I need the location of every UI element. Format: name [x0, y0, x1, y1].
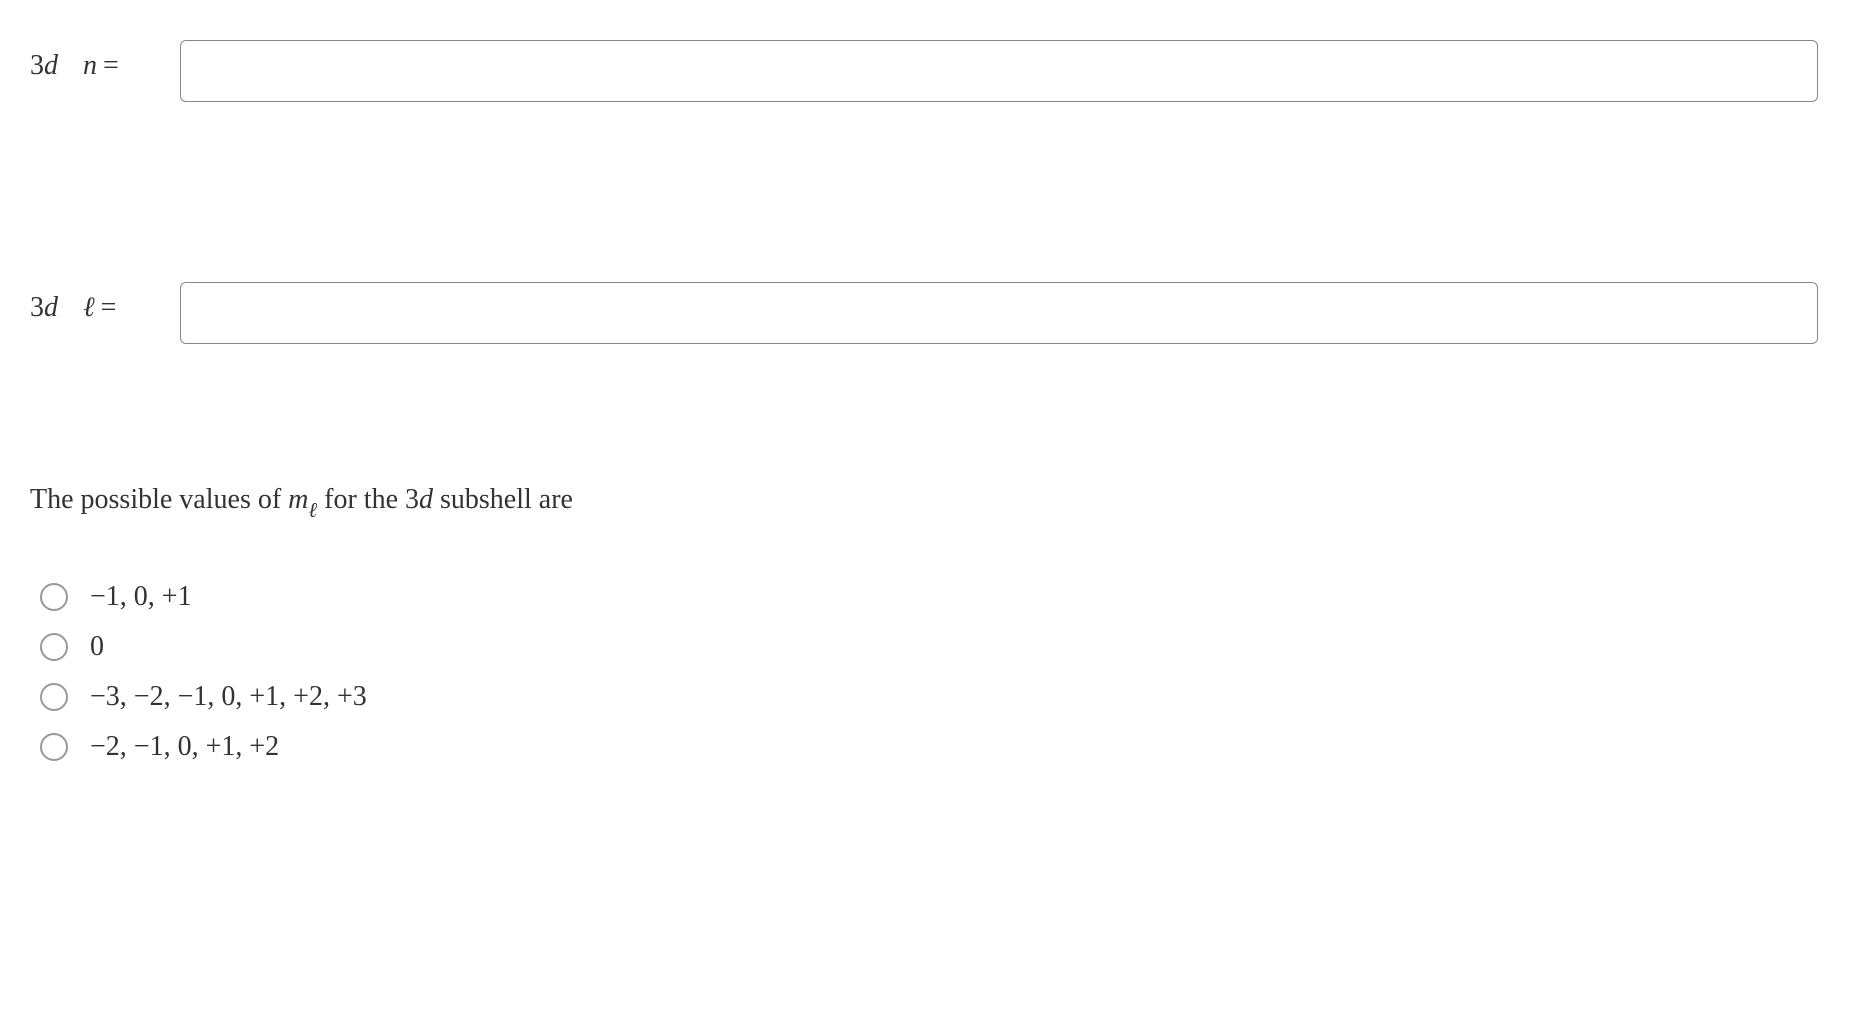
- radio-icon[interactable]: [40, 583, 68, 611]
- n-value-input[interactable]: [180, 40, 1818, 102]
- label-3d-n: 3d n=: [30, 40, 180, 82]
- question-mid: for the 3: [317, 484, 419, 515]
- option-text: −3, −2, −1, 0, +1, +2, +3: [90, 681, 367, 713]
- variable-l: ℓ: [83, 292, 95, 323]
- l-value-input[interactable]: [180, 282, 1818, 344]
- radio-icon[interactable]: [40, 683, 68, 711]
- option-text: 0: [90, 631, 104, 663]
- option-text: −1, 0, +1: [90, 581, 192, 613]
- option-row-3[interactable]: −3, −2, −1, 0, +1, +2, +3: [40, 681, 1838, 713]
- option-row-2[interactable]: 0: [40, 631, 1838, 663]
- variable-n: n: [83, 50, 97, 81]
- subshell-letter: d: [44, 292, 58, 323]
- option-text: −2, −1, 0, +1, +2: [90, 731, 279, 763]
- question-suffix: subshell are: [433, 484, 573, 515]
- subshell-letter: d: [44, 50, 58, 81]
- input-row-l: 3d ℓ=: [30, 282, 1838, 344]
- options-group: −1, 0, +1 0 −3, −2, −1, 0, +1, +2, +3 −2…: [30, 581, 1838, 763]
- label-3d-l: 3d ℓ=: [30, 282, 180, 324]
- option-row-4[interactable]: −2, −1, 0, +1, +2: [40, 731, 1838, 763]
- question-d: d: [419, 484, 433, 515]
- option-row-1[interactable]: −1, 0, +1: [40, 581, 1838, 613]
- input-row-n: 3d n=: [30, 40, 1838, 102]
- question-sub-l: ℓ: [308, 498, 317, 522]
- question-m: m: [288, 484, 308, 515]
- equals-sign: =: [103, 50, 119, 81]
- radio-icon[interactable]: [40, 633, 68, 661]
- subshell-number: 3: [30, 292, 44, 323]
- radio-icon[interactable]: [40, 733, 68, 761]
- subshell-number: 3: [30, 50, 44, 81]
- question-prefix: The possible values of: [30, 484, 288, 515]
- question-text: The possible values of mℓ for the 3d sub…: [30, 484, 1838, 521]
- equals-sign: =: [101, 292, 117, 323]
